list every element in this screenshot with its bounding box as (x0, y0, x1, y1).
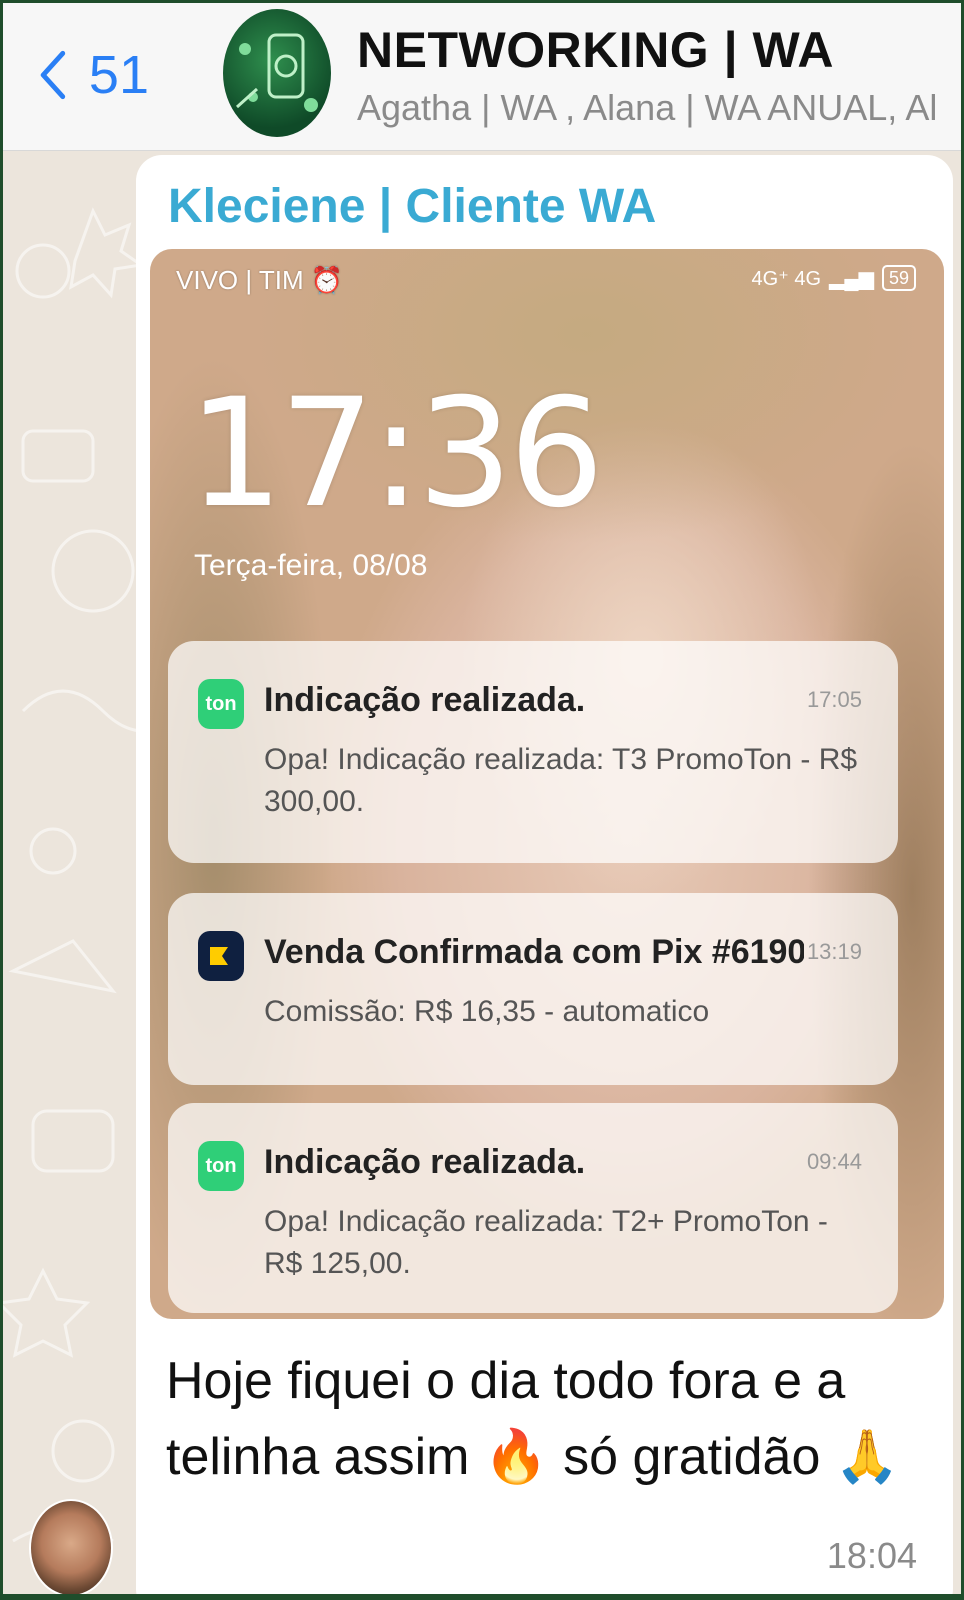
signal-icon: 4G⁺ 4G (751, 267, 822, 290)
notification-title: Venda Confirmada com Pix #61908.. (264, 933, 804, 971)
message-timestamp: 18:04 (826, 1535, 917, 1576)
alarm-icon: ⏰ (310, 265, 344, 295)
ton-icon: ton (198, 1141, 244, 1191)
notification-body: Comissão: R$ 16,35 - automatico (264, 995, 710, 1028)
notification-body: Opa! Indicação realizada: T3 PromoTon - … (264, 743, 858, 818)
lockscreen-clock: 17:36 (188, 367, 604, 541)
lockscreen-date: Terça-feira, 08/08 (194, 549, 428, 582)
message-bubble[interactable]: Kleciene | Cliente WA VIVO | TIM ⏰ 4G⁺ 4… (136, 155, 953, 1594)
notification-time: 09:44 (806, 1149, 862, 1174)
unread-count: 51 (88, 45, 149, 105)
message-image[interactable]: VIVO | TIM ⏰ 4G⁺ 4G ▂▄▆ 59 17:36 Terça-f… (150, 249, 944, 1319)
carrier-text: VIVO | TIM (176, 265, 304, 295)
chat-participants[interactable]: Agatha | WA , Alana | WA ANUAL, Al (357, 87, 961, 129)
notification-time: 17:05 (806, 687, 862, 712)
notification-title: Indicação realizada. (264, 1143, 586, 1181)
notification-card: Venda Confirmada com Pix #61908.. 13:19 … (168, 893, 898, 1085)
message-text[interactable]: Hoje fiquei o dia todo fora e a telinha … (166, 1343, 926, 1495)
notification-time: 13:19 (806, 939, 862, 964)
avatar[interactable] (29, 1499, 113, 1594)
chat-header: 51 NETWORKING | WA Agatha | WA , Alana |… (3, 3, 961, 151)
chat-title[interactable]: NETWORKING | WA (357, 21, 834, 79)
back-button[interactable]: 51 (39, 39, 149, 111)
notification-body: Opa! Indicação realizada: T2+ PromoTon -… (264, 1205, 828, 1280)
chat-screen: 51 NETWORKING | WA Agatha | WA , Alana |… (3, 3, 961, 1594)
notification-title: Indicação realizada. (264, 681, 586, 719)
carrier-label: VIVO | TIM ⏰ (176, 265, 343, 296)
notification-card: ton Indicação realizada. 17:05 Opa! Indi… (168, 641, 898, 863)
sender-name[interactable]: Kleciene | Cliente WA (168, 179, 656, 234)
whatsapp-phone-icon (235, 33, 318, 112)
chevron-left-icon (40, 50, 66, 100)
pix-icon (198, 931, 244, 981)
ton-icon: ton (198, 679, 244, 729)
notification-card: ton Indicação realizada. 09:44 Opa! Indi… (168, 1103, 898, 1313)
battery-icon: 59 (881, 265, 916, 291)
signal-bars-icon: ▂▄▆ (829, 267, 874, 290)
status-icons: 4G⁺ 4G ▂▄▆ 59 (752, 265, 916, 291)
group-avatar[interactable] (223, 9, 331, 137)
